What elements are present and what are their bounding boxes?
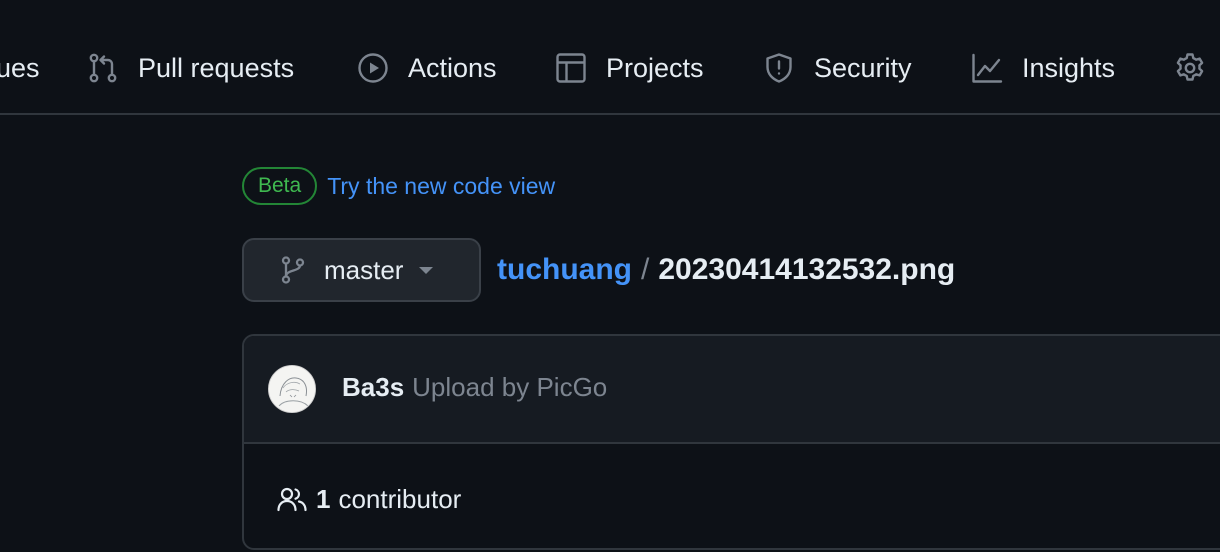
contributor-label: contributor <box>338 483 462 514</box>
beta-badge: Beta <box>242 167 318 205</box>
repo-file-page: ues Pull requests Actions Projects Secur… <box>0 0 1220 552</box>
tab-projects[interactable]: Projects <box>555 48 704 88</box>
latest-commit-box: Ba3s Upload by PicGo 1 contributor <box>242 334 1220 550</box>
tab-insights[interactable]: Insights <box>971 48 1115 88</box>
tab-actions-label: Actions <box>408 52 497 83</box>
gear-icon <box>1176 53 1204 81</box>
tab-pull-requests-label: Pull requests <box>138 52 295 83</box>
tab-projects-label: Projects <box>606 52 704 83</box>
repo-nav: ues Pull requests Actions Projects Secur… <box>0 0 1220 115</box>
breadcrumb-separator: / <box>641 253 650 286</box>
commit-summary: Ba3s Upload by PicGo <box>342 372 607 403</box>
shield-icon <box>766 53 792 83</box>
tab-insights-label: Insights <box>1022 52 1116 83</box>
avatar-image <box>269 366 315 412</box>
breadcrumb-file-name: 20230414132532.png <box>658 253 956 286</box>
tab-issues[interactable]: ues <box>0 48 40 88</box>
tab-settings[interactable] <box>1174 48 1206 88</box>
table-icon <box>556 53 586 83</box>
tab-issues-label: ues <box>0 52 40 83</box>
commit-header: Ba3s Upload by PicGo <box>244 336 1220 444</box>
play-circle-icon <box>358 53 388 83</box>
breadcrumb: tuchuang / 20230414132532.png <box>497 248 955 292</box>
tab-security[interactable]: Security <box>763 48 912 88</box>
chevron-down-icon <box>419 267 434 274</box>
pull-request-icon <box>89 53 117 83</box>
beta-notice: Beta Try the new code view <box>242 166 555 206</box>
people-icon <box>277 487 307 512</box>
graph-icon <box>972 53 1003 83</box>
tab-actions[interactable]: Actions <box>357 48 497 88</box>
contributors-link[interactable]: 1 contributor <box>276 481 461 517</box>
branch-name: master <box>324 254 404 285</box>
tab-security-label: Security <box>814 52 912 83</box>
commit-message-link[interactable]: Upload by PicGo <box>412 372 607 402</box>
commit-author-link[interactable]: Ba3s <box>342 372 404 402</box>
branch-selector-button[interactable]: master <box>242 238 481 302</box>
avatar[interactable] <box>268 365 316 413</box>
breadcrumb-repo-link[interactable]: tuchuang <box>497 253 632 287</box>
git-branch-icon <box>281 256 305 284</box>
contributor-count: 1 <box>316 483 331 514</box>
tab-pull-requests[interactable]: Pull requests <box>87 48 294 88</box>
new-code-view-link[interactable]: Try the new code view <box>327 173 555 200</box>
